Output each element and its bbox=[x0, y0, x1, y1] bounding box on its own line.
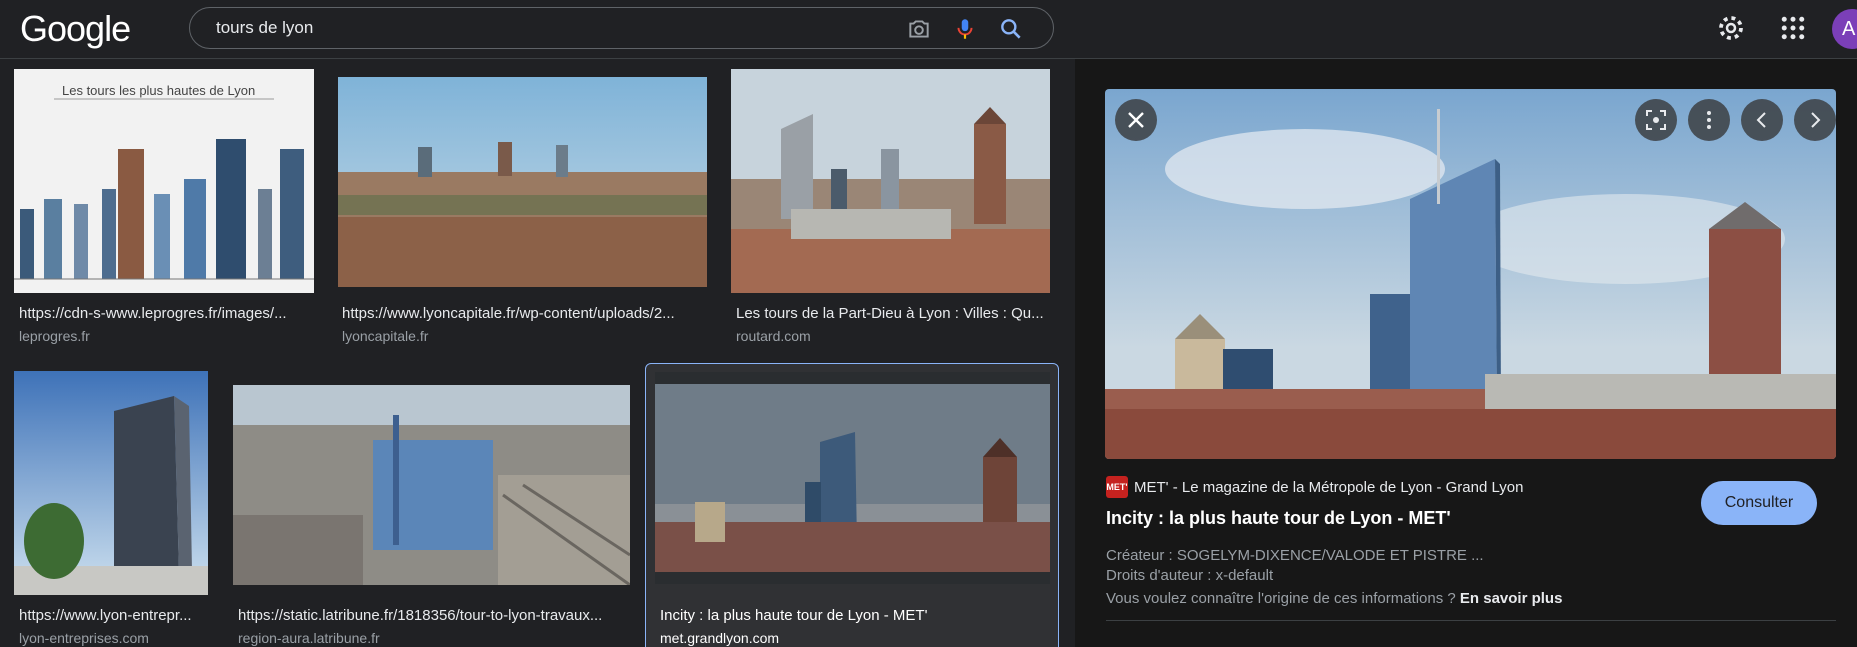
account-avatar[interactable]: A bbox=[1832, 9, 1857, 49]
result-caption[interactable]: Incity : la plus haute tour de Lyon - ME… bbox=[660, 607, 1050, 624]
result-caption[interactable]: https://www.lyon-entrepr... bbox=[19, 607, 209, 624]
result-source[interactable]: lyoncapitale.fr bbox=[342, 328, 428, 344]
google-images-page: Google tours de lyon A Les tours les plu… bbox=[0, 0, 1857, 647]
camera-icon[interactable] bbox=[906, 16, 932, 42]
result-source[interactable]: lyon-entreprises.com bbox=[19, 630, 149, 646]
next-image-button[interactable] bbox=[1794, 99, 1836, 141]
search-input[interactable]: tours de lyon bbox=[216, 18, 313, 38]
result-thumbnail[interactable] bbox=[338, 77, 707, 287]
creator-line: Créateur : SOGELYM-DIXENCE/VALODE ET PIS… bbox=[1106, 547, 1484, 564]
result-source[interactable]: routard.com bbox=[736, 328, 811, 344]
result-thumbnail[interactable] bbox=[14, 371, 208, 595]
origin-line: Vous voulez connaître l'origine de ces i… bbox=[1106, 590, 1562, 607]
result-thumbnail[interactable] bbox=[233, 385, 630, 585]
site-name[interactable]: MET' - Le magazine de la Métropole de Ly… bbox=[1134, 479, 1523, 496]
result-source[interactable]: met.grandlyon.com bbox=[660, 630, 779, 646]
lens-search-button[interactable] bbox=[1635, 99, 1677, 141]
close-button[interactable] bbox=[1115, 99, 1157, 141]
result-thumbnail-title: Les tours les plus hautes de Lyon bbox=[62, 83, 256, 98]
result-thumbnail-selected[interactable] bbox=[655, 372, 1050, 584]
preview-image[interactable] bbox=[1105, 89, 1836, 459]
site-favicon: MET' bbox=[1106, 476, 1128, 498]
microphone-icon[interactable] bbox=[952, 16, 978, 42]
top-bar: Google tours de lyon A bbox=[0, 0, 1857, 59]
result-source[interactable]: region-aura.latribune.fr bbox=[238, 630, 380, 646]
divider bbox=[1106, 620, 1836, 621]
more-options-button[interactable] bbox=[1688, 99, 1730, 141]
result-caption[interactable]: https://cdn-s-www.leprogres.fr/images/..… bbox=[19, 305, 309, 322]
result-caption[interactable]: Les tours de la Part-Dieu à Lyon : Ville… bbox=[736, 305, 1046, 322]
result-thumbnail-chart[interactable] bbox=[14, 69, 314, 293]
previous-image-button[interactable] bbox=[1741, 99, 1783, 141]
image-preview-panel: MET' MET' - Le magazine de la Métropole … bbox=[1075, 59, 1857, 647]
apps-grid-icon[interactable] bbox=[1778, 13, 1808, 43]
search-icon[interactable] bbox=[998, 16, 1024, 42]
result-thumbnail[interactable] bbox=[731, 69, 1050, 293]
origin-question: Vous voulez connaître l'origine de ces i… bbox=[1106, 590, 1456, 607]
google-logo[interactable]: Google bbox=[20, 8, 131, 50]
image-result[interactable]: Les tours les plus hautes de Lyon bbox=[14, 69, 314, 311]
result-source[interactable]: leprogres.fr bbox=[19, 328, 90, 344]
preview-title[interactable]: Incity : la plus haute tour de Lyon - ME… bbox=[1106, 508, 1451, 529]
search-box[interactable]: tours de lyon bbox=[189, 7, 1054, 49]
settings-gear-icon[interactable] bbox=[1716, 13, 1746, 43]
image-results-grid: Les tours les plus hautes de Lyon https:… bbox=[0, 59, 1075, 647]
result-caption[interactable]: https://www.lyoncapitale.fr/wp-content/u… bbox=[342, 305, 702, 322]
result-caption[interactable]: https://static.latribune.fr/1818356/tour… bbox=[238, 607, 630, 624]
learn-more-link[interactable]: En savoir plus bbox=[1460, 590, 1563, 607]
consult-button[interactable]: Consulter bbox=[1701, 481, 1817, 525]
rights-line: Droits d'auteur : x-default bbox=[1106, 567, 1274, 584]
